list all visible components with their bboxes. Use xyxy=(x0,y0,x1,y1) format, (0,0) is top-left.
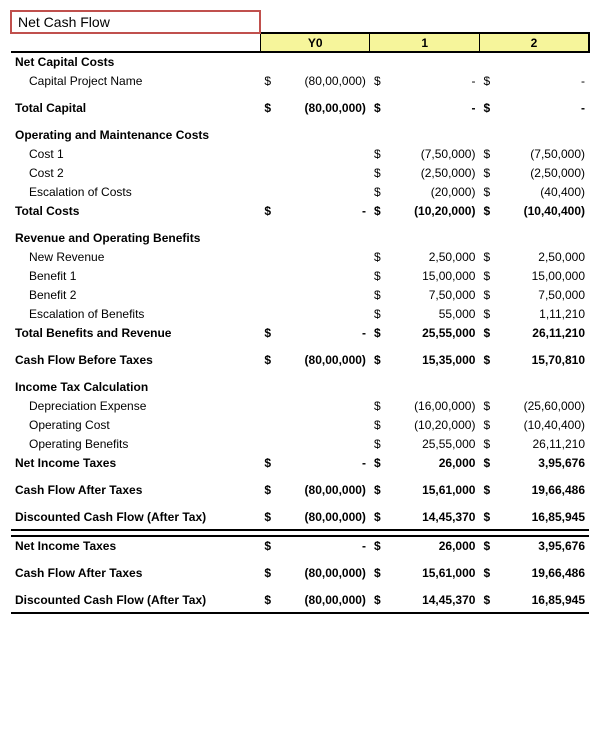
opben-label: Operating Benefits xyxy=(11,434,260,453)
col-y2: 2 xyxy=(479,33,589,52)
newrev-label: New Revenue xyxy=(11,247,260,266)
dcf-label: Discounted Cash Flow (After Tax) xyxy=(11,507,260,526)
capital-project-label: Capital Project Name xyxy=(11,71,260,90)
header-row: Y0 1 2 xyxy=(11,33,589,52)
rep-dcf-label: Discounted Cash Flow (After Tax) xyxy=(11,590,260,609)
tax-label: Income Tax Calculation xyxy=(11,377,260,396)
total-benefits-label: Total Benefits and Revenue xyxy=(11,323,260,342)
cfbt-label: Cash Flow Before Taxes xyxy=(11,350,260,369)
net-capital-costs-label: Net Capital Costs xyxy=(11,52,260,71)
benefit2-label: Benefit 2 xyxy=(11,285,260,304)
esc-costs-label: Escalation of Costs xyxy=(11,182,260,201)
dep-label: Depreciation Expense xyxy=(11,396,260,415)
omc-label: Operating and Maintenance Costs xyxy=(11,125,260,144)
total-capital-label: Total Capital xyxy=(11,98,260,117)
cost2-label: Cost 2 xyxy=(11,163,260,182)
esc-benefits-label: Escalation of Benefits xyxy=(11,304,260,323)
col-y0: Y0 xyxy=(260,33,370,52)
total-costs-label: Total Costs xyxy=(11,201,260,220)
rev-label: Revenue and Operating Benefits xyxy=(11,228,260,247)
cash-flow-table: Net Cash Flow Y0 1 2 Net Capital Costs C… xyxy=(10,10,590,614)
col-y1: 1 xyxy=(370,33,480,52)
cfat-label: Cash Flow After Taxes xyxy=(11,480,260,499)
title-cell: Net Cash Flow xyxy=(11,11,260,33)
opcost-label: Operating Cost xyxy=(11,415,260,434)
rep-nit-label: Net Income Taxes xyxy=(11,536,260,555)
rep-cfat-label: Cash Flow After Taxes xyxy=(11,563,260,582)
cost1-label: Cost 1 xyxy=(11,144,260,163)
net-income-taxes-label: Net Income Taxes xyxy=(11,453,260,472)
benefit1-label: Benefit 1 xyxy=(11,266,260,285)
